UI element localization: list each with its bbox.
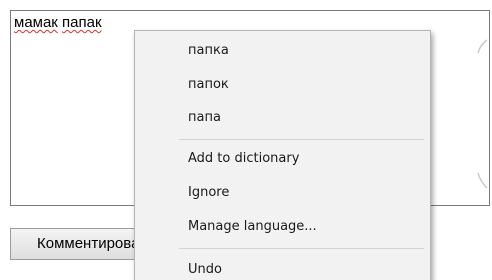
misspelled-word-1: мамак bbox=[14, 14, 58, 31]
menu-separator bbox=[179, 248, 424, 249]
suggestion-papok[interactable]: папок bbox=[188, 77, 229, 93]
suggestion-papa[interactable]: папа bbox=[188, 110, 221, 126]
misspelled-word-2: папак bbox=[62, 14, 102, 31]
scroll-up-icon[interactable] bbox=[477, 39, 489, 59]
scroll-down-icon[interactable] bbox=[477, 169, 489, 189]
undo-item[interactable]: Undo bbox=[188, 262, 222, 278]
spellcheck-context-menu: папка папок папа Add to dictionary Ignor… bbox=[134, 30, 431, 280]
add-to-dictionary-item[interactable]: Add to dictionary bbox=[188, 151, 299, 167]
menu-separator bbox=[179, 139, 424, 140]
ignore-item[interactable]: Ignore bbox=[188, 185, 229, 201]
textarea-content: мамак папак bbox=[14, 14, 102, 31]
manage-language-item[interactable]: Manage language... bbox=[188, 219, 317, 235]
page: мамак папак Комментировать папка папок п… bbox=[0, 0, 492, 280]
suggestion-papka[interactable]: папка bbox=[188, 43, 229, 59]
